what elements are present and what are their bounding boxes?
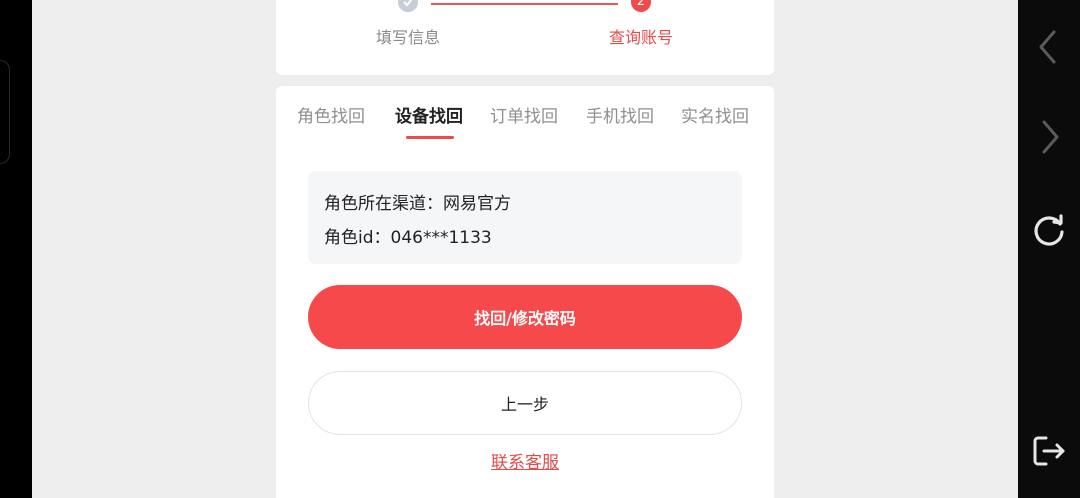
tab-role-recovery[interactable]: 角色找回 — [290, 102, 372, 127]
tab-device-recovery[interactable]: 设备找回 — [388, 102, 470, 127]
steps-card — [276, 0, 774, 75]
exit-icon[interactable] — [1030, 432, 1068, 470]
channel-text: 角色所在渠道：网易官方 — [324, 194, 511, 214]
role-id-text: 角色id：046***1133 — [324, 228, 492, 248]
step-progress-line — [431, 3, 618, 5]
recovery-tabs: 角色找回 设备找回 订单找回 手机找回 实名找回 — [276, 102, 774, 142]
left-edge-handle[interactable] — [0, 60, 10, 164]
active-tab-indicator — [406, 136, 454, 139]
chevron-left-icon[interactable] — [1030, 28, 1068, 66]
recover-password-button[interactable]: 找回/修改密码 — [308, 285, 742, 349]
chevron-right-icon[interactable] — [1030, 118, 1068, 156]
step-1-label: 填写信息 — [375, 28, 440, 47]
tab-order-recovery[interactable]: 订单找回 — [483, 102, 565, 127]
contact-service-link[interactable]: 联系客服 — [476, 448, 574, 473]
previous-step-button[interactable]: 上一步 — [308, 371, 742, 435]
tab-phone-recovery[interactable]: 手机找回 — [579, 102, 661, 127]
tab-realname-recovery[interactable]: 实名找回 — [674, 102, 756, 127]
refresh-icon[interactable] — [1030, 212, 1068, 250]
account-info-box: 角色所在渠道：网易官方 角色id：046***1133 — [308, 171, 742, 264]
step-2-label: 查询账号 — [608, 28, 673, 47]
